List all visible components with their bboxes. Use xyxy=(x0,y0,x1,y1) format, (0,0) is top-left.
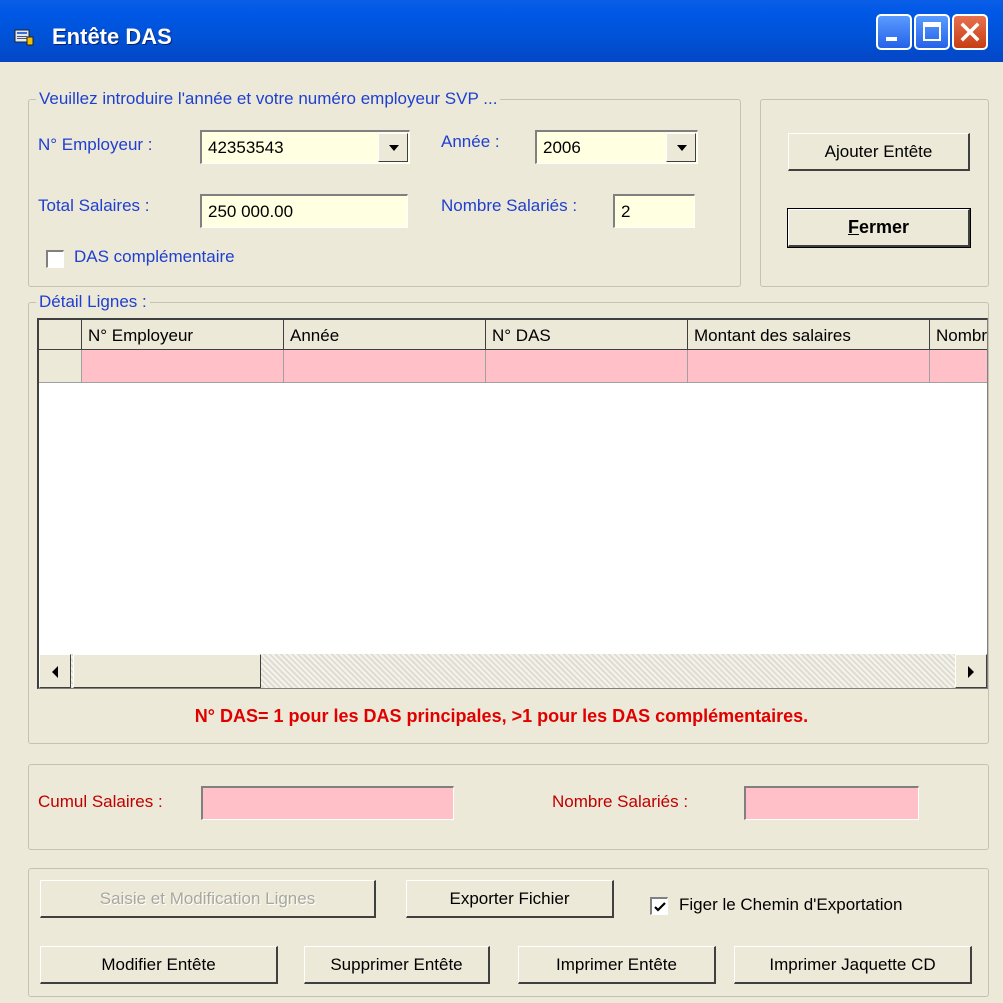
total-salaires-field[interactable]: 250 000.00 xyxy=(200,194,408,228)
column-header[interactable]: N° DAS xyxy=(486,320,688,350)
annee-combo-value: 2006 xyxy=(543,138,581,157)
detail-grid[interactable]: N° Employeur Année N° DAS Montant des sa… xyxy=(37,318,988,689)
grid-corner xyxy=(39,320,82,350)
employeur-dropdown-button[interactable] xyxy=(378,133,408,162)
scroll-right-button[interactable] xyxy=(955,654,987,688)
checkmark-icon xyxy=(654,902,666,912)
header-group-legend: Veuillez introduire l'année et votre num… xyxy=(36,89,501,109)
detail-group-legend: Détail Lignes : xyxy=(36,292,150,312)
employeur-label: N° Employeur : xyxy=(38,135,153,154)
cumul-salaires-field[interactable] xyxy=(201,786,454,820)
actions-group xyxy=(760,99,989,287)
chevron-down-icon xyxy=(677,145,687,151)
arrow-right-icon xyxy=(968,666,974,678)
chevron-down-icon xyxy=(389,145,399,151)
annee-label: Année : xyxy=(441,132,500,151)
imprimer-entete-button[interactable]: Imprimer Entête xyxy=(518,946,716,984)
column-header[interactable]: N° Employeur xyxy=(82,320,284,350)
modifier-entete-button[interactable]: Modifier Entête xyxy=(40,946,278,984)
supprimer-entete-button[interactable]: Supprimer Entête xyxy=(304,946,490,984)
das-complementaire-checkbox[interactable] xyxy=(46,250,64,268)
nombre-salaries-total-label: Nombre Salariés : xyxy=(552,792,689,811)
row-selector[interactable] xyxy=(39,350,82,383)
employeur-combo-value: 42353543 xyxy=(208,138,284,157)
maximize-button[interactable] xyxy=(914,14,950,50)
minimize-button[interactable] xyxy=(876,14,912,50)
annee-dropdown-button[interactable] xyxy=(666,133,696,162)
saisie-modification-button[interactable]: Saisie et Modification Lignes xyxy=(40,880,376,918)
grid-cell[interactable] xyxy=(284,350,486,383)
annee-combo[interactable]: 2006 xyxy=(535,130,698,164)
total-salaires-label: Total Salaires : xyxy=(38,196,150,215)
column-header[interactable]: Nombre xyxy=(930,320,987,350)
grid-cell[interactable] xyxy=(486,350,688,383)
das-header-window: Entête DAS Veuillez introduire l'année e… xyxy=(0,0,1003,1003)
das-numbering-note: N° DAS= 1 pour les DAS principales, >1 p… xyxy=(194,706,809,726)
close-button[interactable] xyxy=(952,14,988,50)
app-icon xyxy=(14,28,34,46)
cumul-salaires-label: Cumul Salaires : xyxy=(38,792,163,811)
fermer-mnemonic: F xyxy=(847,217,859,237)
imprimer-jaquette-button[interactable]: Imprimer Jaquette CD xyxy=(734,946,972,984)
nombre-salaries-total-field[interactable] xyxy=(744,786,919,820)
arrow-left-icon xyxy=(52,666,58,678)
employeur-combo[interactable]: 42353543 xyxy=(200,130,410,164)
grid-cell[interactable] xyxy=(930,350,987,383)
scrollbar-thumb[interactable] xyxy=(73,654,261,688)
scroll-left-button[interactable] xyxy=(39,654,71,688)
grid-cell[interactable] xyxy=(688,350,930,383)
nombre-salaries-field[interactable]: 2 xyxy=(613,194,695,228)
horizontal-scrollbar[interactable] xyxy=(39,654,987,688)
fermer-button[interactable]: Fermer xyxy=(787,208,971,248)
figer-chemin-checkbox[interactable] xyxy=(650,897,668,915)
fermer-rest: ermer xyxy=(858,217,910,237)
grid-cell[interactable] xyxy=(82,350,284,383)
figer-chemin-label: Figer le Chemin d'Exportation xyxy=(679,895,903,914)
title-bar[interactable]: Entête DAS xyxy=(0,0,1003,62)
das-complementaire-label: DAS complémentaire xyxy=(74,247,235,266)
nombre-salaries-label: Nombre Salariés : xyxy=(441,196,578,215)
column-header[interactable]: Année xyxy=(284,320,486,350)
window-title: Entête DAS xyxy=(52,24,172,49)
exporter-fichier-button[interactable]: Exporter Fichier xyxy=(406,880,614,918)
ajouter-entete-button[interactable]: Ajouter Entête xyxy=(788,133,970,171)
column-header[interactable]: Montant des salaires xyxy=(688,320,930,350)
